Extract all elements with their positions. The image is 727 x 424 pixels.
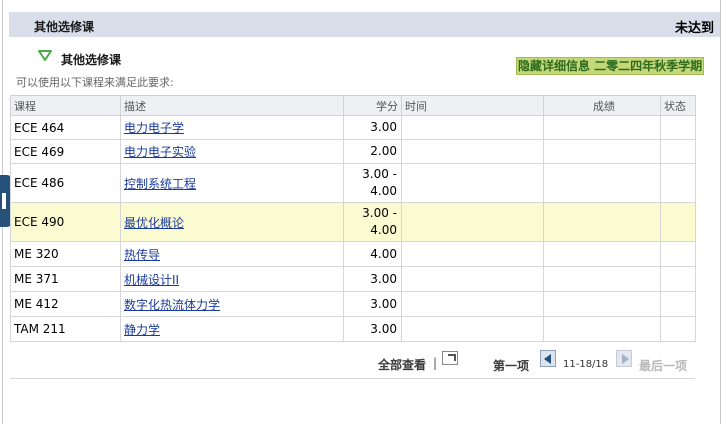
course-description-link[interactable]: 热传导 [124, 248, 160, 262]
table-row: ECE 464 电力电子学 3.00 [10, 115, 696, 140]
course-description-link[interactable]: 静力学 [124, 323, 160, 337]
course-credits: 3.00 [343, 115, 402, 140]
course-code: ME 371 [10, 266, 121, 292]
course-code: TAM 211 [10, 316, 121, 342]
table-row: TAM 211 静力学 3.00 [10, 316, 696, 342]
course-code: ECE 469 [10, 139, 121, 164]
course-description-link[interactable]: 电力电子实验 [124, 145, 196, 159]
page-range: 11-18/18 [563, 359, 609, 370]
course-status [660, 115, 696, 140]
last-page-link: 最后一项 [639, 359, 688, 373]
course-description-link[interactable]: 控制系统工程 [124, 177, 196, 191]
course-term [401, 266, 544, 292]
course-term [401, 163, 544, 203]
course-grade [543, 316, 661, 342]
requirement-hint: 可以使用以下课程来满足此要求: [16, 76, 174, 89]
course-term [401, 139, 544, 164]
course-status [660, 139, 696, 164]
first-page-link[interactable]: 第一项 [493, 357, 529, 374]
triangle-down-icon[interactable] [38, 50, 52, 62]
handle-icon [2, 193, 6, 209]
course-grade [543, 163, 661, 203]
course-credits: 3.00 [343, 266, 402, 292]
course-code: ME 320 [10, 241, 121, 267]
column-header-term: 时间 [401, 95, 544, 116]
requirement-header: 其他选修课 未达到 [9, 12, 720, 37]
course-credits: 3.00 [343, 291, 402, 317]
table-header-row: 课程 描述 学分 时间 成绩 状态 [10, 95, 696, 116]
table-row-highlighted: ECE 490 最优化概论 3.00 - 4.00 [10, 202, 696, 242]
course-term [401, 241, 544, 267]
column-header-credits: 学分 [343, 95, 402, 116]
expand-icon[interactable] [442, 351, 458, 365]
course-grade [543, 115, 661, 140]
view-all-link[interactable]: 全部查看 [378, 356, 426, 373]
column-header-status: 状态 [660, 95, 696, 116]
course-grade [543, 241, 661, 267]
nav-separator: | [433, 356, 438, 370]
requirement-title: 其他选修课 [34, 20, 95, 34]
course-status [660, 316, 696, 342]
course-description-link[interactable]: 最优化概论 [124, 216, 184, 230]
course-code: ECE 486 [10, 163, 121, 203]
table-row: ECE 469 电力电子实验 2.00 [10, 139, 696, 164]
requirement-status: 未达到 [674, 21, 714, 36]
hide-details-button[interactable]: 隐藏详细信息 二零二四年秋季学期 [516, 57, 705, 75]
course-grade [543, 202, 661, 242]
course-term [401, 291, 544, 317]
table-row: ME 412 数字化热流体力学 3.00 [10, 291, 696, 317]
course-credits: 3.00 [343, 316, 402, 342]
course-code: ME 412 [10, 291, 121, 317]
column-header-description: 描述 [120, 95, 344, 116]
course-grade [543, 139, 661, 164]
table-row: ECE 486 控制系统工程 3.00 - 4.00 [10, 163, 696, 203]
course-code: ECE 490 [10, 202, 121, 242]
course-credits: 4.00 [343, 241, 402, 267]
course-code: ECE 464 [10, 115, 121, 140]
column-header-course: 课程 [10, 95, 121, 116]
course-status [660, 291, 696, 317]
course-credits: 3.00 - 4.00 [343, 202, 402, 242]
next-page-icon [616, 350, 632, 367]
course-grade [543, 291, 661, 317]
course-table: 课程 描述 学分 时间 成绩 状态 ECE 464 电力电子学 3.00 ECE… [10, 95, 696, 342]
course-term [401, 115, 544, 140]
course-description-link[interactable]: 机械设计II [124, 273, 179, 287]
course-status [660, 266, 696, 292]
course-status [660, 163, 696, 203]
course-description-link[interactable]: 电力电子学 [124, 121, 184, 135]
previous-page-icon[interactable] [540, 350, 556, 367]
column-header-grade: 成绩 [543, 95, 661, 116]
course-grade [543, 266, 661, 292]
table-row: ME 371 机械设计II 3.00 [10, 266, 696, 292]
course-credits: 3.00 - 4.00 [343, 163, 402, 203]
course-status [660, 241, 696, 267]
course-credits: 2.00 [343, 139, 402, 164]
subsection-title: 其他选修课 [61, 53, 122, 67]
course-status [660, 202, 696, 242]
course-term [401, 202, 544, 242]
table-row: ME 320 热传导 4.00 [10, 241, 696, 267]
course-description-link[interactable]: 数字化热流体力学 [124, 298, 220, 312]
course-term [401, 316, 544, 342]
right-frame-border [720, 0, 721, 424]
pagination-bar: 全部查看 | 第一项 11-18/18 最后一项 [10, 346, 695, 379]
